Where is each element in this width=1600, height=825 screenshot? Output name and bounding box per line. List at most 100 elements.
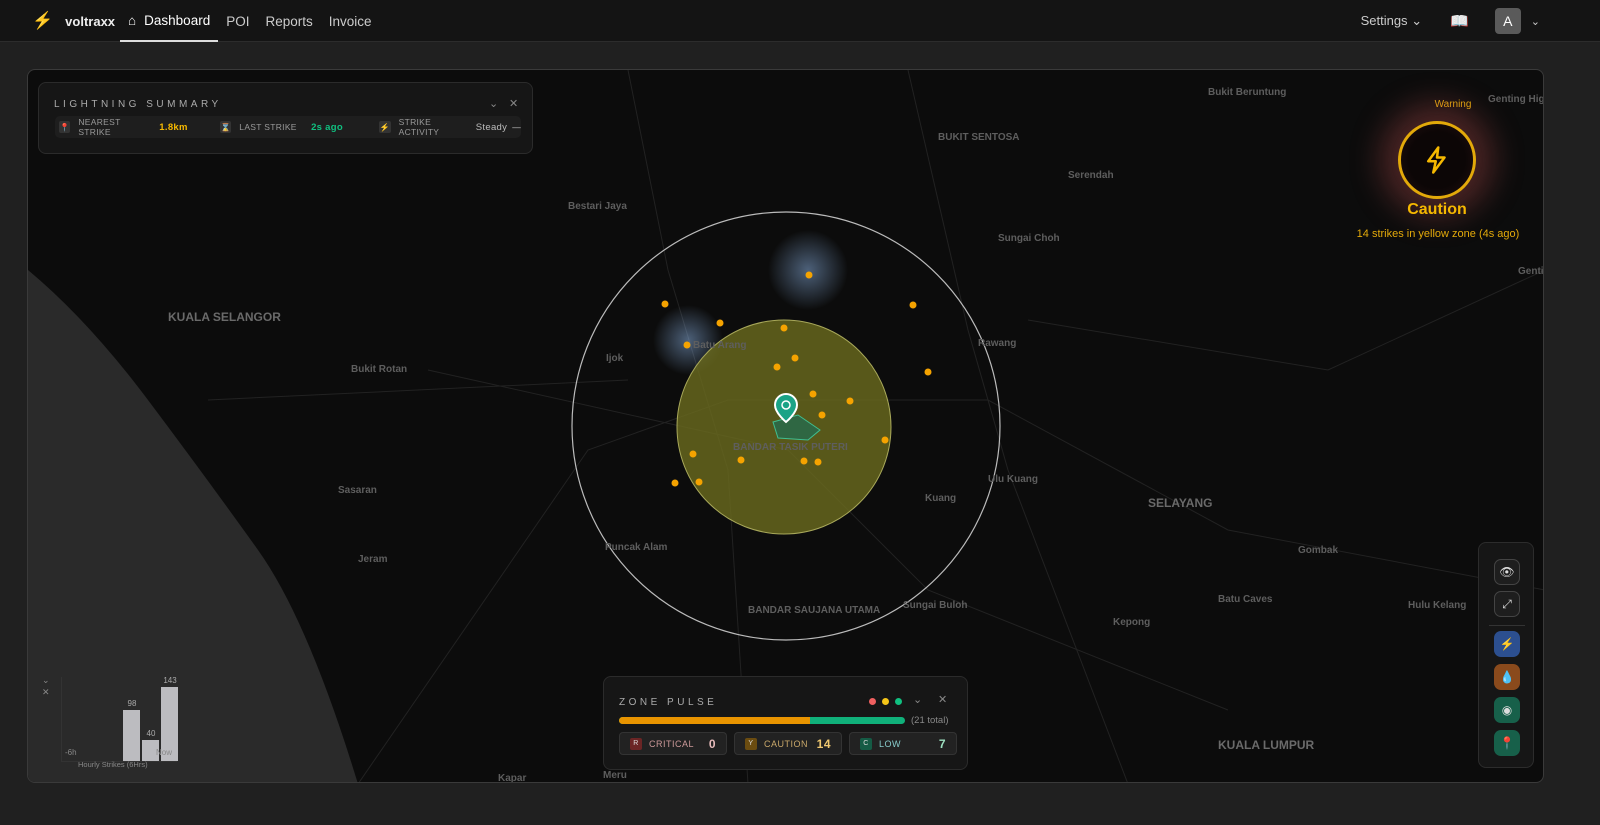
rain-layer-icon[interactable]: 💧: [1494, 664, 1520, 690]
strike-point: [773, 363, 781, 371]
map-label: Batu Arang: [693, 340, 747, 351]
eye-icon[interactable]: 👁: [1494, 559, 1520, 585]
map-label: Sasaran: [338, 485, 377, 496]
map-label: BANDAR SAUJANA UTAMA: [748, 605, 881, 616]
caution-badge: Y: [745, 737, 757, 750]
chart-title: Hourly Strikes (6Hrs): [78, 760, 148, 769]
map-label: Sungai Buloh: [903, 600, 968, 611]
x-tick-start: -6h: [65, 748, 77, 757]
close-icon[interactable]: ✕: [938, 693, 947, 706]
strike-point: [671, 479, 679, 487]
map-label: Sungai Choh: [998, 233, 1060, 244]
x-tick-end: Now: [156, 748, 173, 757]
home-icon: ⌂: [128, 12, 137, 28]
panel-title: LIGHTNING SUMMARY: [54, 99, 222, 110]
strike-point: [689, 450, 697, 458]
hourglass-icon: ⌛: [219, 121, 232, 133]
strike-point: [737, 456, 745, 464]
collapse-icon[interactable]: ⌄: [489, 97, 498, 110]
nav-invoice[interactable]: Invoice: [321, 0, 380, 42]
lightning-summary-panel: LIGHTNING SUMMARY ⌄ ✕ 📍 NEAREST STRIKE 1…: [38, 82, 533, 154]
fullscreen-icon[interactable]: ⤢: [1494, 591, 1520, 617]
map-label: KUALA SELANGOR: [168, 310, 281, 324]
low-count-box[interactable]: C LOW 7: [849, 732, 957, 755]
strike-point: [846, 397, 854, 405]
poi-layer-icon[interactable]: ◉: [1494, 697, 1520, 723]
strike-point: [805, 271, 813, 279]
account-chevron-icon[interactable]: ⌄: [1531, 15, 1540, 28]
map-toolbar: 👁 ⤢ ⚡ 💧 ◉ 📍: [1478, 542, 1534, 768]
map-label: Jeram: [358, 554, 388, 565]
lightning-layer-icon[interactable]: ⚡: [1494, 631, 1520, 657]
strike-glow: [768, 230, 848, 310]
critical-count: 0: [708, 736, 716, 751]
bar-value-label: 143: [163, 675, 177, 685]
collapse-icon[interactable]: ⌄: [42, 675, 50, 686]
settings-menu[interactable]: Settings ⌄: [1361, 13, 1423, 29]
alert-status: Caution: [1407, 201, 1467, 218]
lightning-alert-icon: [1427, 146, 1446, 174]
lightning-logo-icon: ⚡: [32, 11, 54, 30]
strike-point: [791, 354, 799, 362]
close-icon[interactable]: ✕: [42, 687, 50, 698]
critical-badge: R: [630, 737, 642, 750]
nearest-strike-value: 1.8km: [159, 121, 188, 133]
nav-poi[interactable]: POI: [218, 0, 257, 42]
chart-bar: [123, 710, 140, 761]
panel-title: ZONE PULSE: [619, 697, 718, 708]
zone-pulse-panel: ZONE PULSE ⌄ ✕ (21 total) R CRITICAL 0 Y CA…: [603, 676, 968, 770]
map-label: Genting Sempah: [1518, 266, 1544, 277]
location-icon[interactable]: 📍: [1494, 730, 1520, 756]
map-label: SELAYANG: [1148, 496, 1213, 510]
map-label: Serendah: [1068, 170, 1114, 181]
low-dot-icon: [895, 698, 902, 705]
caution-count-box[interactable]: Y CAUTION 14: [734, 732, 842, 755]
low-label: LOW: [879, 738, 902, 749]
nav-label: Dashboard: [144, 12, 211, 28]
brand-logo[interactable]: ⚡ voltraxx: [32, 11, 115, 31]
brand-name: voltraxx: [65, 13, 116, 29]
collapse-icon[interactable]: ⌄: [913, 693, 922, 706]
map-label: Gombak: [1298, 545, 1339, 556]
top-nav: ⚡ voltraxx ⌂ Dashboard POI Reports Invoic…: [0, 0, 1600, 42]
strike-point: [818, 411, 826, 419]
avatar[interactable]: A: [1494, 8, 1521, 34]
alert-caption: Warning: [1398, 94, 1508, 112]
nav-dashboard[interactable]: ⌂ Dashboard: [120, 0, 219, 42]
map-label: Batu Caves: [1218, 594, 1273, 605]
caution-dot-icon: [882, 698, 889, 705]
bar-value-label: 40: [146, 729, 156, 739]
docs-book-icon[interactable]: 📖: [1450, 12, 1469, 30]
lightning-icon: ⚡: [379, 121, 391, 133]
trend-steady-icon: —: [512, 122, 521, 132]
total-count: (21 total): [911, 715, 949, 726]
nav-reports[interactable]: Reports: [257, 0, 320, 42]
strike-point: [881, 436, 889, 444]
close-icon[interactable]: ✕: [509, 97, 518, 110]
bar-value-label: 98: [127, 699, 137, 709]
alert-message: 14 strikes in yellow zone (4s ago): [1356, 228, 1520, 240]
map-label: Kapar: [498, 773, 527, 783]
map-label: Meru: [603, 770, 627, 781]
strike-point: [661, 300, 669, 308]
low-count: 7: [938, 736, 946, 751]
strike-activity-label: STRIKE ACTIVITY: [398, 117, 440, 137]
critical-count-box[interactable]: R CRITICAL 0: [619, 732, 727, 755]
strike-point: [800, 457, 808, 465]
last-strike-value: 2s ago: [311, 121, 343, 133]
map-label: Bestari Jaya: [568, 201, 627, 212]
strike-point: [683, 341, 691, 349]
alert-indicator[interactable]: [1398, 121, 1476, 199]
map-label: Ulu Kuang: [988, 474, 1038, 485]
map-view[interactable]: Bukit Beruntung Bestari Jaya KUALA SELANGO…: [27, 69, 1544, 783]
divider: [1489, 625, 1525, 626]
critical-dot-icon: [869, 698, 876, 705]
sea-area: [28, 270, 358, 782]
map-label: Hulu Kelang: [1408, 600, 1467, 611]
settings-label: Settings: [1360, 13, 1408, 28]
strike-point: [924, 368, 932, 376]
last-strike-label: LAST STRIKE: [239, 122, 297, 132]
pin-icon: 📍: [59, 121, 71, 133]
map-label: BANDAR TASIK PUTERI: [733, 442, 848, 453]
strike-point: [780, 324, 788, 332]
